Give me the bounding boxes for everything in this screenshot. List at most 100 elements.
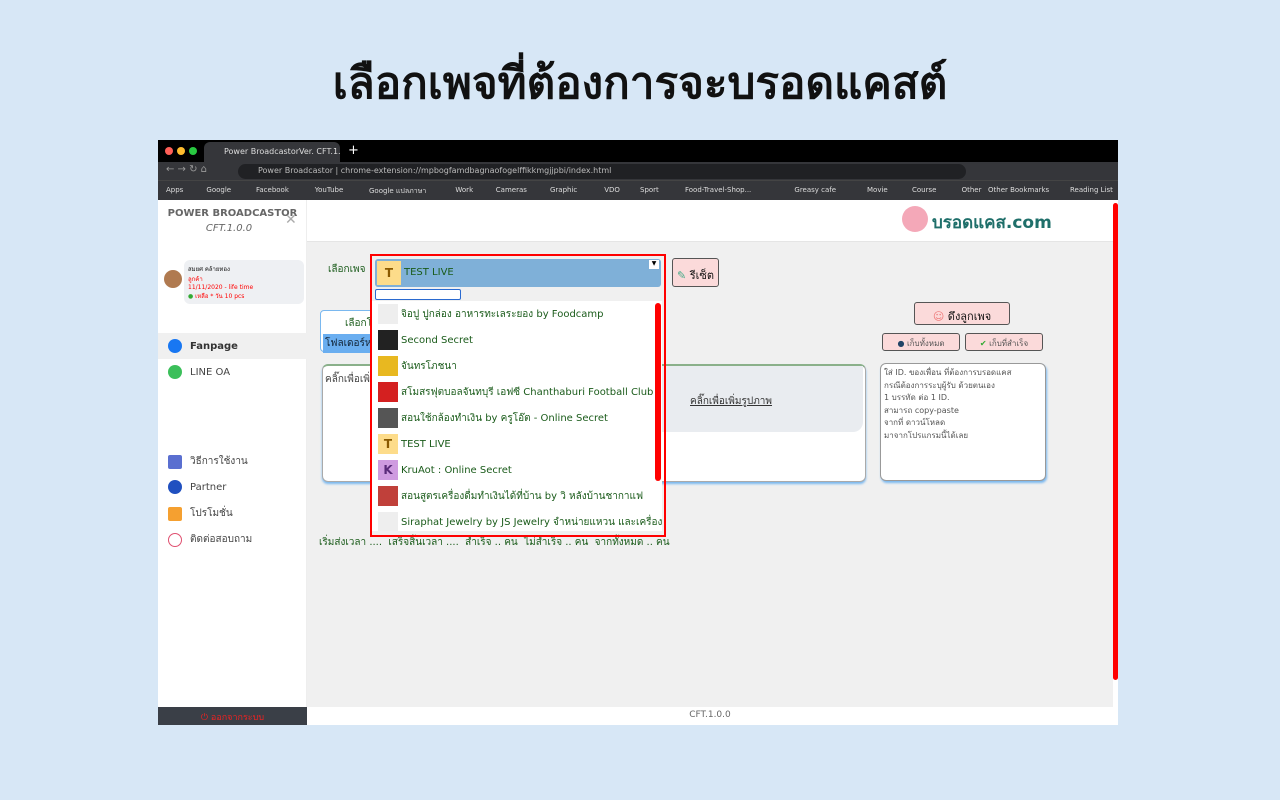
logout-label: ออกจากระบบ <box>210 713 265 723</box>
bookmark-item[interactable]: Movie <box>867 186 888 194</box>
maximize-window-button[interactable] <box>189 147 197 155</box>
sidebar-item-contact[interactable]: ติดต่อสอบถาม <box>168 532 252 547</box>
page-list-item[interactable]: K KruAot : Online Secret <box>372 457 662 483</box>
list-scrollbar[interactable] <box>655 303 661 481</box>
selected-page-thumb: T <box>377 261 401 285</box>
select-success-label: เก็บที่สำเร็จ <box>989 339 1029 348</box>
bookmark-item[interactable]: Other <box>962 186 982 194</box>
page-name: สโมสรฟุตบอลจันทบุรี เอฟซี Chanthaburi Fo… <box>401 386 654 398</box>
bookmark-item[interactable]: Graphic <box>550 186 577 194</box>
url-text: chrome-extension://mpbogfamdbagnaofogelf… <box>340 166 612 175</box>
page-list-item[interactable]: สอนใช้กล้องทำเงิน by ครูโอ๊ต - Online Se… <box>372 405 662 431</box>
sidebar-item-label: ติดต่อสอบถาม <box>190 534 253 545</box>
browser-window: Power BroadcastorVer. CFT.1.0.0 + ← → ↻ … <box>158 140 1118 725</box>
bookmark-item[interactable]: Cameras <box>496 186 527 194</box>
add-image-link[interactable]: คลิ๊กเพื่อเพิ่มรูปภาพ <box>690 394 772 409</box>
sidebar-item-fanpage[interactable]: Fanpage <box>168 339 238 353</box>
user-expiry: 11/11/2020 - life time <box>188 284 254 291</box>
sidebar-item-promotion[interactable]: โปรโมชั่น <box>168 506 233 521</box>
page-list-item[interactable]: สโมสรฟุตบอลจันทบุรี เอฟซี Chanthaburi Fo… <box>372 379 662 405</box>
app-footer: CFT.1.0.0 <box>307 707 1113 725</box>
main-content: เลือกเพจ ✎ รีเซ็ต เลือกโฟลเดอร์ โฟลเดอร์… <box>307 242 1113 707</box>
friend-id-textarea[interactable]: ใส่ ID. ของเพื่อน ที่ต้องการบรอดแคส กรณี… <box>880 363 1046 481</box>
sidebar-item-label: วิธีการใช้งาน <box>190 456 248 467</box>
sidebar-item-manual[interactable]: วิธีการใช้งาน <box>168 454 248 469</box>
page-name: Siraphat Jewelry by JS Jewelry จำหน่ายแห… <box>401 516 662 528</box>
bookmark-item[interactable]: YouTube <box>315 186 343 194</box>
page-dropdown-highlight: T TEST LIVE ▼ จิอปู ปูกล่อง อาหารทะเลระย… <box>370 254 666 537</box>
url-bar[interactable]: Power Broadcastor | chrome-extension://m… <box>238 164 966 179</box>
sidebar-item-partner[interactable]: Partner <box>168 480 226 494</box>
page-list-item[interactable]: Siraphat Jewelry by JS Jewelry จำหน่ายแห… <box>372 509 662 531</box>
contact-icon <box>168 532 182 547</box>
tab-bar: Power BroadcastorVer. CFT.1.0.0 + <box>158 140 1118 162</box>
bookmark-item[interactable]: Work <box>455 186 473 194</box>
minimize-window-button[interactable] <box>177 147 185 155</box>
pull-fans-label: ดึงลูกเพจ <box>947 310 992 323</box>
page-thumb <box>378 356 398 376</box>
status-line: เริ่มส่งเวลา .... เสร็จสิ้นเวลา .... สำเ… <box>319 537 670 548</box>
close-window-button[interactable] <box>165 147 173 155</box>
page-thumb: T <box>378 434 398 454</box>
bookmark-item[interactable]: Facebook <box>256 186 289 194</box>
bookmark-item[interactable]: Greasy cafe <box>794 186 836 194</box>
sidebar-item-label: Fanpage <box>190 340 238 352</box>
headline: เลือกเพจที่ต้องการจะบรอดแคสต์ <box>332 58 948 109</box>
partner-icon <box>168 480 182 494</box>
sidebar-item-label: LINE OA <box>190 366 231 378</box>
reading-list[interactable]: Reading List <box>1070 186 1113 194</box>
page-thumb <box>378 304 398 324</box>
page-scrollbar[interactable] <box>1113 203 1118 680</box>
user-quota: เหลือ * วัน 10 pcs <box>195 293 245 300</box>
bookmarks-bar: Apps Google Facebook YouTube Google แปลภาษา W… <box>158 180 1118 200</box>
page-list-item[interactable]: สอนสูตรเครื่องดื่มทำเงินได้ที่บ้าน by วิ… <box>372 483 662 509</box>
nav-buttons-icon[interactable]: ← → ↻ ⌂ <box>166 164 207 175</box>
page-list-item[interactable]: T TEST LIVE <box>372 431 662 457</box>
bookmark-item[interactable]: Sport <box>640 186 659 194</box>
page-list-item[interactable]: จันทรโภชนา <box>372 353 662 379</box>
sidebar: POWER BROADCASTOR CFT.1.0.0 ✕ สมยศ คล้าย… <box>158 200 307 725</box>
reset-button[interactable]: ✎ รีเซ็ต <box>672 258 719 287</box>
page-list-item[interactable]: Second Secret <box>372 327 662 353</box>
pull-fans-button[interactable]: ☺ ดึงลูกเพจ <box>914 302 1010 325</box>
manual-icon <box>168 454 182 469</box>
page-name: TEST LIVE <box>401 438 451 450</box>
broom-icon: ✎ <box>677 269 687 282</box>
other-bookmarks[interactable]: Other Bookmarks <box>988 186 1049 194</box>
avatar <box>164 270 182 288</box>
promotion-icon <box>168 506 182 521</box>
close-icon[interactable]: ✕ <box>285 212 297 228</box>
page-list-item[interactable]: จิอปู ปูกล่อง อาหารทะเลระยอง by Foodcamp <box>372 301 662 327</box>
page-search-input[interactable] <box>375 289 461 300</box>
select-success-button[interactable]: ✔ เก็บที่สำเร็จ <box>965 333 1043 351</box>
bookmark-item[interactable]: Course <box>912 186 936 194</box>
status-dot-icon: ● <box>188 293 194 300</box>
line-icon <box>168 365 182 379</box>
page-thumb <box>378 330 398 350</box>
page-name: KruAot : Online Secret <box>401 464 512 476</box>
bookmark-item[interactable]: Google แปลภาษา <box>369 186 426 197</box>
globe-icon: ● <box>897 339 905 348</box>
user-role: ลูกค้า <box>188 276 203 283</box>
bookmark-item[interactable]: VDO <box>604 186 620 194</box>
select-all-button[interactable]: ● เก็บทั้งหมด <box>882 333 960 351</box>
bookmark-item[interactable]: Google <box>206 186 231 194</box>
select-all-label: เก็บทั้งหมด <box>906 339 945 348</box>
browser-tab[interactable]: Power BroadcastorVer. CFT.1.0.0 <box>204 142 340 162</box>
folder-value[interactable]: โฟลเดอร์หลัก <box>323 334 377 353</box>
page-name: Second Secret <box>401 334 473 346</box>
page-select[interactable]: T TEST LIVE ▼ <box>375 259 661 287</box>
sidebar-item-line-oa[interactable]: LINE OA <box>168 365 230 379</box>
site-name: Power Broadcastor <box>258 166 333 175</box>
logout-button[interactable]: ⏻ ออกจากระบบ <box>158 707 307 725</box>
page-thumb <box>378 486 398 506</box>
page-name: จิอปู ปูกล่อง อาหารทะเลระยอง by Foodcamp <box>401 308 604 320</box>
people-icon: ☺ <box>932 310 945 323</box>
page-name: จันทรโภชนา <box>401 360 457 372</box>
chevron-down-icon[interactable]: ▼ <box>649 260 659 269</box>
bookmark-item[interactable]: Food-Travel-Shop... <box>685 186 751 194</box>
logo: บรอดแคส.com <box>932 213 1052 233</box>
new-tab-button[interactable]: + <box>348 143 359 158</box>
bookmark-item[interactable]: Apps <box>166 186 183 194</box>
page-thumb <box>378 512 398 531</box>
